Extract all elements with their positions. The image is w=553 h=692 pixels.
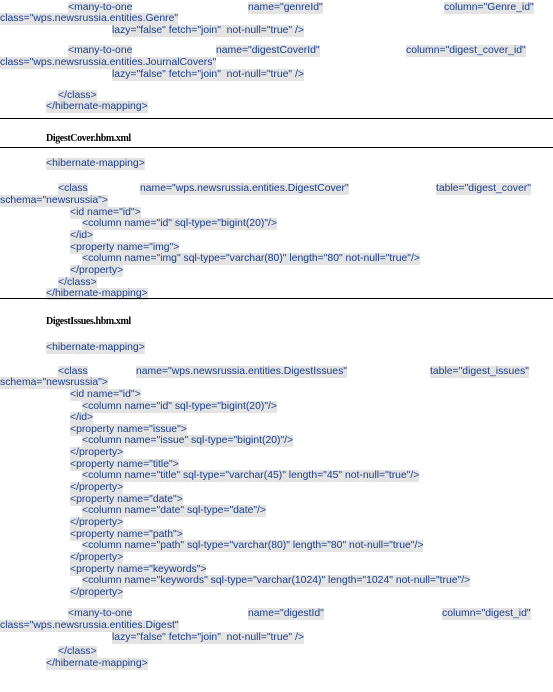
code-line-part-1: name="digestCoverId"	[216, 45, 320, 57]
code-line: <column name="date" sql-type="date"/>	[82, 505, 267, 517]
code-line: <column name="path" sql-type="varchar(80…	[82, 540, 424, 552]
file-title-digestissues: DigestIssues.hbm.xml	[46, 316, 131, 327]
code-line: lazy="false" fetch="join" not-null="true…	[112, 632, 304, 644]
code-line: <column name="id" sql-type="bigint(20)"/…	[82, 401, 277, 413]
code-line: <column name="issue" sql-type="bigint(20…	[82, 435, 294, 447]
code-line-part-0: <many-to-one	[68, 608, 133, 620]
code-line: <id name="id">	[70, 389, 141, 401]
code-line-part-2: table="digest_issues"	[430, 366, 529, 378]
code-line-part-0: <class	[58, 183, 88, 195]
code-line: </class>	[58, 646, 97, 658]
code-line: </property>	[70, 482, 124, 494]
code-line: </property>	[70, 552, 124, 564]
code-line: <column name="keywords" sql-type="varcha…	[82, 575, 471, 587]
code-line: </id>	[70, 230, 94, 242]
code-line: <column name="title" sql-type="varchar(4…	[82, 470, 420, 482]
code-line: </property>	[70, 447, 124, 459]
code-line-part-1: name="wps.newsrussia.entities.DigestIssu…	[136, 366, 347, 378]
code-line: lazy="false" fetch="join" not-null="true…	[112, 25, 304, 37]
code-line: <column name="id" sql-type="bigint(20)"/…	[82, 218, 277, 230]
code-line: </hibernate-mapping>	[46, 658, 148, 670]
code-line: </hibernate-mapping>	[46, 101, 148, 113]
code-line: schema="newsrussia">	[0, 377, 108, 389]
code-line: class="wps.newsrussia.entities.JournalCo…	[0, 57, 217, 69]
code-line: </property>	[70, 587, 124, 599]
code-line-part-2: column="digest_id"	[442, 608, 531, 620]
divider-digestissues	[0, 298, 553, 299]
divider-digestcover	[0, 147, 553, 148]
file-title-digestcover: DigestCover.hbm.xml	[46, 133, 131, 144]
code-line: <hibernate-mapping>	[46, 342, 145, 354]
code-line-part-0: <many-to-one	[68, 45, 133, 57]
code-line: class="wps.newsrussia.entities.Digest"	[0, 620, 179, 632]
code-line: </id>	[70, 412, 94, 424]
divider-top	[0, 118, 553, 119]
code-line: </property>	[70, 517, 124, 529]
code-line-part-2: column="Genre_id"	[444, 2, 534, 14]
code-line-part-1: name="digestId"	[248, 608, 324, 620]
code-line: <column name="img" sql-type="varchar(80)…	[82, 253, 420, 265]
code-line: schema="newsrussia">	[0, 195, 108, 207]
code-line: class="wps.newsrussia.entities.Genre"	[0, 13, 179, 25]
code-line-part-2: table="digest_cover"	[436, 183, 531, 195]
code-line: </property>	[70, 265, 124, 277]
code-line: lazy="false" fetch="join" not-null="true…	[112, 69, 304, 81]
code-line-part-1: name="wps.newsrussia.entities.DigestCove…	[140, 183, 349, 195]
code-line-part-2: column="digest_cover_id"	[406, 45, 526, 57]
code-line-part-1: name="genreId"	[248, 2, 323, 14]
code-line: <hibernate-mapping>	[46, 158, 145, 170]
